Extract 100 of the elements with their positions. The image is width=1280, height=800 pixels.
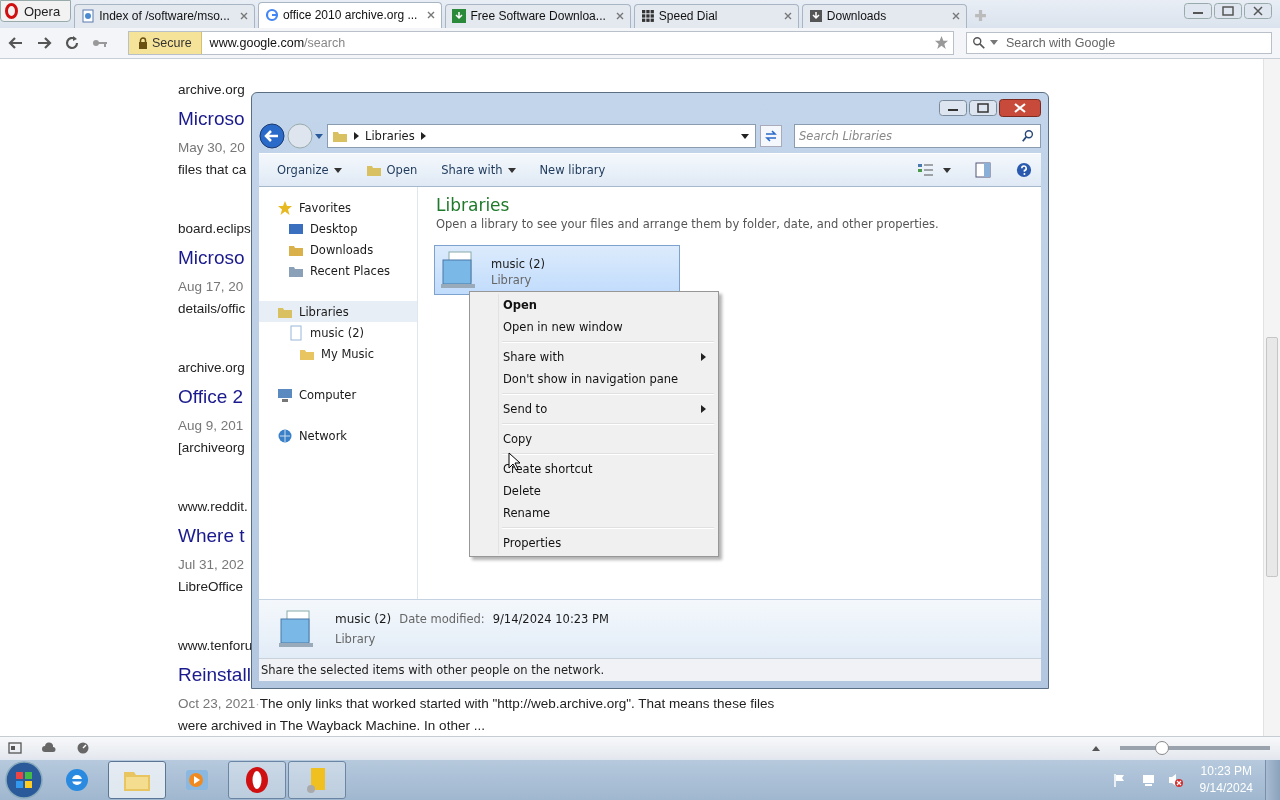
caret-icon [990, 40, 998, 46]
globe-icon [277, 427, 293, 444]
detail-name: music (2) [335, 612, 392, 626]
library-type: Library [491, 273, 533, 287]
panel-icon[interactable] [8, 741, 22, 756]
menu-item[interactable]: Create shortcut [472, 458, 716, 480]
nav-item[interactable]: Desktop [259, 218, 417, 239]
grid-icon [640, 9, 655, 24]
library-heading: Libraries [436, 195, 511, 215]
search-icon [972, 35, 986, 50]
submenu-arrow-icon [701, 405, 706, 413]
forward-icon[interactable] [36, 34, 52, 51]
triangle-icon[interactable] [1092, 745, 1100, 751]
detail-type: Library [335, 632, 377, 646]
chevron-icon[interactable] [420, 132, 426, 140]
result-link[interactable]: Reinstall [178, 657, 251, 694]
reload-icon[interactable] [64, 34, 80, 51]
result-url: archive.org [178, 359, 245, 378]
computer-icon [277, 386, 293, 403]
address-field[interactable]: Secure www.google.com/search [128, 30, 954, 55]
restore-icon[interactable] [1214, 3, 1242, 19]
result-url: www.reddit. [178, 498, 248, 517]
browser-tab[interactable]: Index of /software/mso... [74, 3, 255, 28]
result-link[interactable]: Office 2 [178, 379, 244, 416]
speaker-muted-icon[interactable] [1167, 772, 1184, 788]
search-icon [1021, 129, 1035, 143]
menu-item[interactable]: Properties [472, 532, 716, 554]
result-snippet: Oct 23, 2021·The only links that worked started with "http://web.archive.org". That means these files were archived in The Wayback Machine. In other ... [178, 695, 776, 736]
menu-item[interactable]: Rename [472, 502, 716, 524]
result-snippet: Jul 31, 202 LibreOffice [178, 556, 244, 597]
minimize-icon[interactable] [939, 99, 967, 117]
maximize-icon[interactable] [969, 99, 997, 117]
browser-tab[interactable]: Speed Dial [633, 3, 799, 28]
nav-item[interactable]: Libraries [259, 301, 417, 322]
opera-menu-button[interactable]: Opera [0, 0, 72, 22]
result-snippet: Aug 9, 201 [archiveorg [178, 417, 244, 458]
slider-thumb[interactable] [1155, 741, 1169, 756]
caret-icon [507, 167, 516, 173]
caret-icon[interactable] [741, 133, 749, 139]
result-url: board.eclips [178, 220, 251, 239]
search-input[interactable]: Search with Google [1002, 35, 1266, 50]
taskbar-button[interactable] [288, 761, 346, 799]
menu-item[interactable]: Share with [472, 346, 716, 368]
detail-date: 9/14/2024 10:23 PM [492, 612, 609, 626]
breadcrumb[interactable]: Libraries [365, 129, 415, 143]
g-icon [264, 8, 279, 23]
speedometer-icon[interactable] [76, 741, 90, 756]
nav-item[interactable]: Downloads [259, 239, 417, 260]
nav-item[interactable]: My Music [259, 343, 417, 364]
library-name: music (2) [491, 257, 545, 271]
page-icon [81, 9, 96, 24]
view-icon[interactable] [917, 162, 935, 178]
browser-tab[interactable]: office 2010 archive.org ... [257, 1, 443, 28]
caret-icon[interactable] [943, 167, 951, 173]
chevron-icon[interactable] [354, 132, 359, 140]
browser-tab[interactable]: Downloads [801, 3, 967, 28]
address-field[interactable]: Libraries [327, 124, 756, 148]
menu-item[interactable]: Copy [472, 428, 716, 450]
menu-item[interactable]: Send to [472, 398, 716, 420]
result-url: www.tenforu [178, 637, 253, 656]
search-box[interactable]: Search with Google [966, 31, 1272, 54]
menu-item[interactable]: Delete [472, 480, 716, 502]
menu-item[interactable]: Open [472, 294, 716, 316]
toolbar-button[interactable]: Share with [433, 160, 524, 180]
help-icon[interactable] [1015, 162, 1033, 178]
back-icon[interactable] [259, 123, 285, 149]
result-link[interactable]: Microso [178, 240, 245, 277]
status-text: Share the selected items with other people on the network. [259, 658, 1041, 681]
refresh-icon[interactable] [760, 125, 782, 147]
secure-badge[interactable]: Secure [129, 31, 202, 54]
star-icon[interactable] [934, 35, 949, 51]
close-icon[interactable] [1244, 3, 1272, 19]
toolbar-button[interactable]: Open [357, 159, 426, 181]
preview-pane-icon[interactable] [975, 162, 991, 178]
menu-item[interactable]: Don't show in navigation pane [472, 368, 716, 390]
taskbar-button[interactable] [228, 761, 286, 799]
nav-item[interactable]: Network [259, 425, 417, 446]
result-snippet: May 30, 20 files that ca [178, 139, 244, 180]
back-icon[interactable] [8, 34, 24, 51]
library-item[interactable]: music (2) Library [434, 245, 680, 295]
close-icon[interactable] [427, 11, 436, 20]
taskbar-button[interactable] [108, 761, 166, 799]
toolbar-button[interactable]: New library [531, 160, 614, 180]
download-icon [452, 9, 467, 24]
result-link[interactable]: Where t [178, 518, 245, 555]
result-link[interactable]: Microso [178, 101, 245, 138]
close-icon[interactable] [999, 99, 1041, 117]
menu-item[interactable]: Open in new window [472, 316, 716, 338]
minimize-icon[interactable] [1184, 3, 1212, 19]
search-box[interactable]: Search Libraries [794, 124, 1041, 148]
detail-label: Date modified: [399, 612, 485, 626]
nav-item[interactable]: Recent Places [259, 260, 417, 281]
start-button[interactable] [4, 760, 44, 800]
nav-item[interactable]: music (2) [259, 322, 417, 343]
scrollbar[interactable] [1263, 59, 1280, 737]
browser-tab[interactable]: Free Software Downloa... [445, 3, 631, 28]
nav-item[interactable]: Computer [259, 384, 417, 405]
nav-item[interactable]: Favorites [259, 197, 417, 218]
toolbar-button[interactable]: Organize [269, 160, 350, 180]
search-input[interactable]: Search Libraries [795, 129, 1021, 143]
